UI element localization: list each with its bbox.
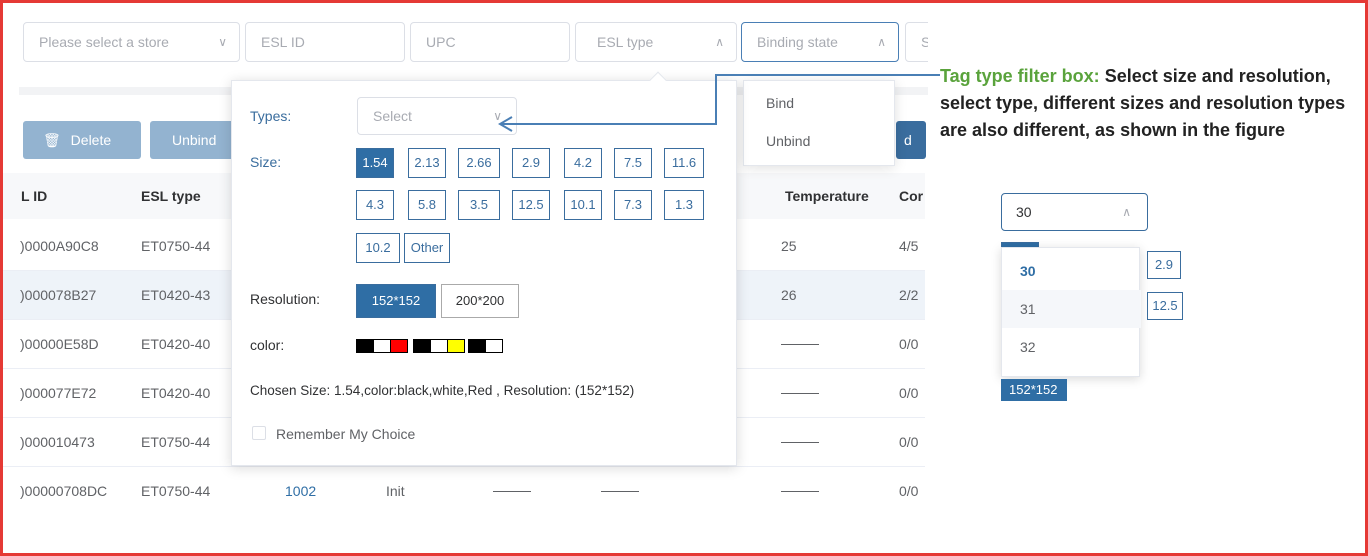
chevron-up-icon: ∧ [1122,205,1131,219]
annotation-callout: Tag type filter box: Select size and res… [940,63,1362,144]
demo-select-value: 30 [1016,204,1032,220]
demo-size-chip[interactable]: 12.5 [1147,292,1183,320]
connector-line [500,74,940,125]
demo-resolution-chip[interactable]: 152*152 [1001,379,1067,401]
demo-size-chip[interactable]: 2.9 [1147,251,1181,279]
demo-option[interactable]: 32 [1002,328,1141,366]
demo-option[interactable]: 31 [1002,290,1141,328]
demo-dropdown: 30 31 32 [1001,247,1141,377]
demo-option[interactable]: 30 [1002,252,1141,290]
annotation-heading: Tag type filter box: [940,66,1100,86]
demo-value-select[interactable]: 30 ∧ [1001,193,1148,231]
